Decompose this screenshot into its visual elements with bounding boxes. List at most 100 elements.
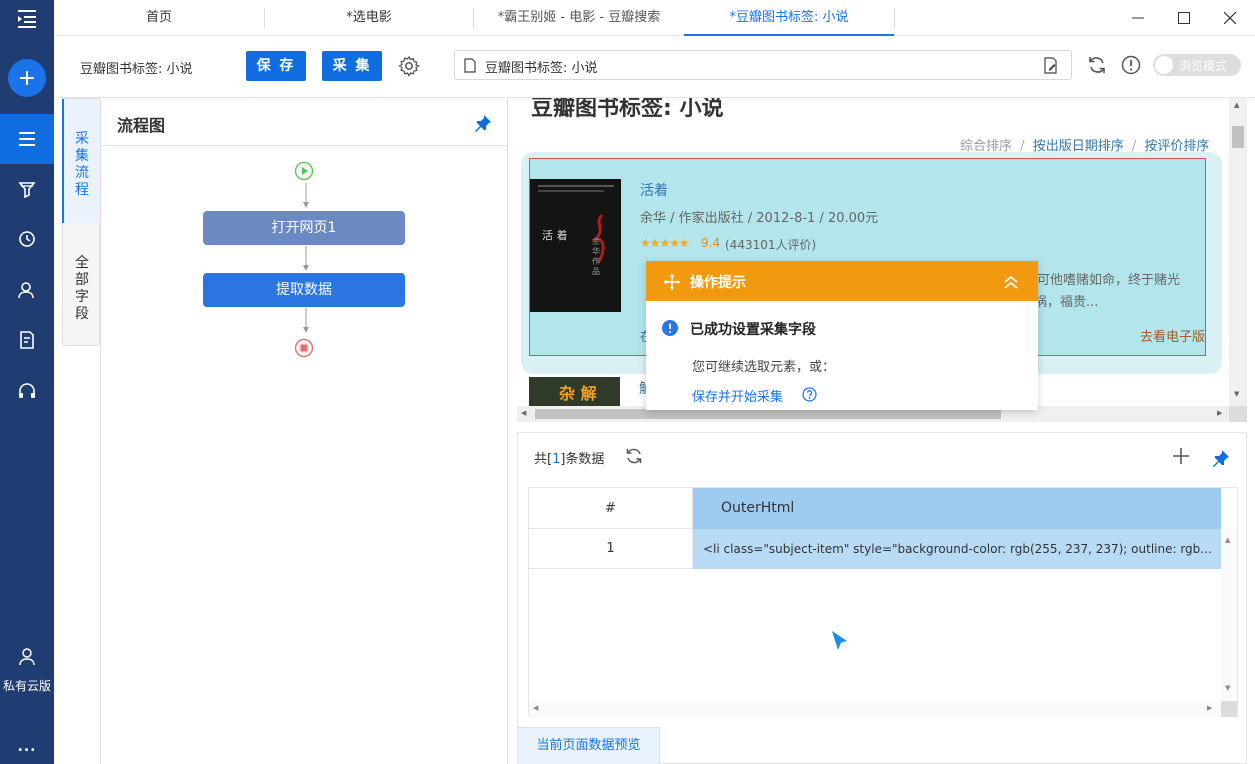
close-button[interactable]: [1207, 0, 1253, 36]
private-cloud-label[interactable]: 私有云版: [0, 676, 54, 694]
star-rating-icon: ★★★★★: [640, 236, 690, 250]
table-scroll-left-icon[interactable]: ◀: [533, 704, 538, 712]
new-task-button[interactable]: [0, 58, 54, 98]
data-panel: 共[1]条数据 # OuterHtml 1 <li class="subject…: [517, 432, 1247, 764]
operation-tip-popup: 操作提示 已成功设置采集字段 您可继续选取元素，或： 保存并开始采集: [646, 261, 1038, 410]
refresh-icon[interactable]: [1087, 55, 1107, 75]
nav-docs[interactable]: [0, 327, 54, 353]
minimize-icon: [1132, 17, 1144, 19]
scroll-left-icon[interactable]: ◀: [521, 409, 526, 417]
headset-icon: [19, 383, 35, 398]
scroll-right-icon[interactable]: ▶: [1217, 409, 1222, 417]
next-book-cover[interactable]: 杂 解: [529, 377, 620, 407]
nav-templates[interactable]: [0, 176, 54, 202]
nav-history[interactable]: [0, 226, 54, 252]
browse-mode-label: 浏览模式: [1179, 59, 1228, 73]
next-cover-text: 杂 解: [559, 384, 597, 403]
scroll-corner: [1229, 406, 1247, 422]
book-title[interactable]: 活着: [640, 180, 668, 200]
data-count: 共[1]条数据: [534, 448, 604, 467]
tip-title: 已成功设置采集字段: [690, 322, 816, 338]
save-and-start-link[interactable]: 保存并开始采集: [692, 386, 783, 405]
tab-douban-books[interactable]: *豆瓣图书标签: 小说: [684, 0, 894, 36]
settings-icon[interactable]: [398, 55, 420, 77]
table-hscrollbar[interactable]: ◀ ▶: [529, 701, 1221, 717]
document-icon: [20, 331, 34, 349]
refresh-data-icon[interactable]: [625, 447, 643, 465]
tab-movie-select[interactable]: *选电影: [265, 0, 473, 36]
col-header-outerhtml[interactable]: OuterHtml: [693, 488, 1221, 529]
flow-arrow: [303, 183, 309, 209]
flow-arrow: [303, 246, 309, 272]
count-prefix: 共[: [534, 452, 553, 467]
users-icon: [18, 282, 34, 299]
book-cover[interactable]: 活 着 余华作品: [530, 179, 621, 312]
toggle-knob: [1155, 56, 1173, 74]
save-button[interactable]: 保 存: [246, 51, 306, 81]
user-icon[interactable]: [0, 646, 54, 668]
list-icon: [19, 132, 35, 146]
clock-icon: [19, 231, 35, 247]
tab-current-page-preview[interactable]: 当前页面数据预览: [518, 727, 660, 764]
nav-task-list[interactable]: [0, 114, 54, 164]
table-vscrollbar[interactable]: ▲ ▼: [1221, 529, 1237, 701]
menu-collapse-icon[interactable]: [0, 6, 54, 32]
tab-collect-flow[interactable]: 采集流程: [63, 131, 101, 199]
cover-author: 余华作品: [592, 237, 600, 276]
url-text[interactable]: 豆瓣图书标签: 小说: [485, 57, 598, 76]
scroll-up-icon[interactable]: ▲: [1234, 101, 1239, 109]
collapse-up-icon[interactable]: [1003, 274, 1019, 290]
flow-title: 流程图: [117, 116, 166, 135]
pin-icon[interactable]: [474, 114, 492, 132]
move-icon[interactable]: [664, 274, 680, 290]
tab-movie-search[interactable]: *霸王别姬 - 电影 - 豆瓣搜索: [474, 0, 684, 36]
cover-line: [538, 190, 604, 192]
pin-data-icon[interactable]: [1212, 449, 1230, 467]
table-scroll-right-icon[interactable]: ▶: [1207, 704, 1212, 712]
add-field-icon[interactable]: [1172, 447, 1190, 465]
task-name[interactable]: 豆瓣图书标签: 小说: [80, 58, 193, 77]
cover-title: 活 着: [542, 229, 568, 242]
row-outerhtml-cell[interactable]: <li class="subject-item" style="backgrou…: [693, 529, 1221, 569]
collect-button[interactable]: 采 集: [322, 51, 382, 81]
node-open-page[interactable]: 打开网页1: [203, 211, 405, 245]
nav-users[interactable]: [0, 277, 54, 303]
hscroll-thumb[interactable]: [535, 409, 1001, 419]
stop-icon[interactable]: [294, 338, 314, 358]
funnel-icon: [18, 182, 36, 198]
maximize-button[interactable]: [1161, 0, 1207, 36]
node-extract-data[interactable]: 提取数据: [203, 273, 405, 307]
start-icon[interactable]: [294, 161, 314, 181]
flow-arrow: [303, 308, 309, 334]
close-icon: [1224, 12, 1236, 24]
row-index: 1: [529, 529, 693, 569]
tip-header-title: 操作提示: [690, 275, 746, 291]
help-icon[interactable]: [802, 387, 817, 402]
info-icon[interactable]: [1121, 55, 1141, 75]
table-scroll-corner: [1221, 701, 1237, 717]
flow-panel: 流程图 打开网页1 提取数据: [100, 98, 508, 764]
url-bar[interactable]: 豆瓣图书标签: 小说: [454, 50, 1072, 80]
side-tabs: 采集流程 全部字段: [62, 98, 100, 346]
tab-divider: [894, 8, 895, 28]
mouse-cursor-icon: [831, 630, 849, 652]
ebook-link[interactable]: 去看电子版: [1140, 326, 1205, 345]
info-circle-icon: [662, 320, 678, 336]
tab-home[interactable]: 首页: [54, 0, 264, 36]
tab-all-fields[interactable]: 全部字段: [63, 255, 101, 323]
minimize-button[interactable]: [1115, 0, 1161, 36]
nav-support[interactable]: [0, 378, 54, 404]
table-scroll-up-icon[interactable]: ▲: [1225, 536, 1230, 544]
data-table: # OuterHtml 1 <li class="subject-item" s…: [528, 487, 1238, 717]
browse-mode-toggle[interactable]: 浏览模式: [1153, 54, 1241, 76]
scroll-thumb[interactable]: [1232, 126, 1244, 148]
maximize-icon: [1178, 12, 1190, 24]
tip-header[interactable]: 操作提示: [646, 261, 1038, 301]
count-suffix: ]条数据: [560, 452, 605, 467]
scroll-down-icon[interactable]: ▼: [1234, 390, 1239, 398]
edit-page-icon[interactable]: [1043, 57, 1059, 74]
vertical-scrollbar[interactable]: ▲ ▼: [1229, 98, 1247, 406]
more-menu[interactable]: ...: [0, 738, 54, 756]
table-scroll-down-icon[interactable]: ▼: [1225, 684, 1230, 692]
book-pub-info: 余华 / 作家出版社 / 2012-8-1 / 20.00元: [640, 211, 879, 226]
